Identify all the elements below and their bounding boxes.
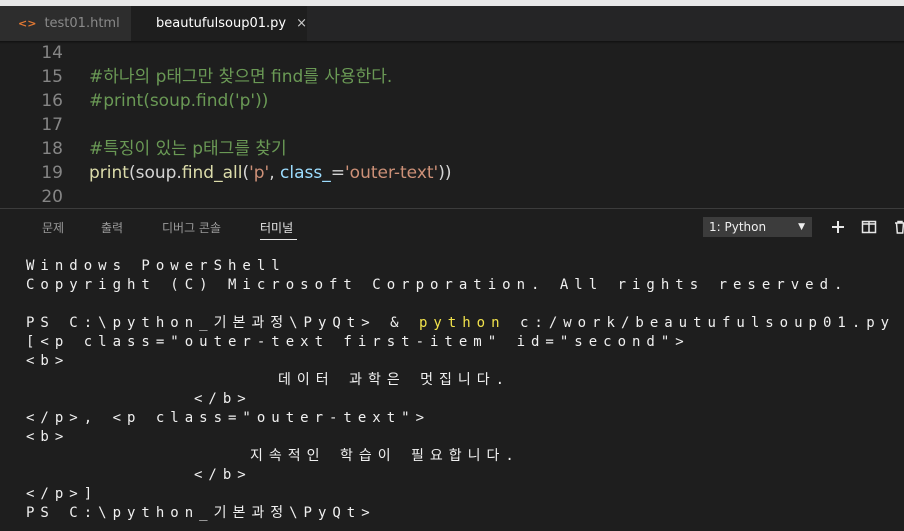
code-comment: #특징이 있는 p태그를 찾기 (89, 139, 287, 159)
terminal-line: Copyright (C) Microsoft Corporation. All… (26, 277, 849, 293)
tab-debug-console[interactable]: 디버그 콘솔 (162, 219, 221, 236)
html-file-icon: <> (18, 17, 37, 30)
token-plain: , (269, 163, 281, 183)
code-line: 15 #하나의 p태그만 찾으면 find를 사용한다. (0, 65, 904, 89)
close-icon[interactable]: × (296, 16, 307, 31)
line-number: 16 (41, 91, 63, 111)
editor-tab-bar: <> test01.html beautufulsoup01.py × (0, 6, 904, 41)
token-function: print (89, 163, 129, 183)
terminal-command: python (418, 315, 506, 331)
code-comment: #print(soup.find('p')) (89, 91, 269, 111)
split-icon[interactable] (861, 219, 877, 235)
tab-test01-html[interactable]: <> test01.html (0, 6, 131, 41)
terminal-line: <b> (26, 429, 70, 445)
code-line: 14 (0, 41, 904, 65)
add-icon[interactable] (830, 219, 846, 235)
tab-label: beautufulsoup01.py (156, 16, 287, 31)
token-plain: (soup. (128, 163, 182, 183)
tab-label: test01.html (44, 16, 120, 31)
token-string: 'outer-text' (345, 163, 439, 183)
terminal-args: c:/work/beautufulsoup01.py (505, 315, 896, 331)
terminal-line: Windows PowerShell (26, 258, 286, 274)
code-line: 17 (0, 113, 904, 137)
code-line: 20 (0, 185, 904, 209)
terminal-line: [<p class="outer-text first-item" id="se… (26, 334, 690, 350)
line-number: 14 (41, 43, 63, 63)
terminal-line: 지속적인 학습이 필요합니다. (250, 448, 520, 464)
terminal-line: </p>, <p class="outer-text"> (26, 410, 431, 426)
code-line: 19 print(soup.find_all('p', class_='oute… (0, 161, 904, 185)
line-number: 19 (41, 163, 63, 183)
terminal-line: </b> (194, 467, 252, 483)
terminal-line: PS C:\python_기본과정\PyQt> & python c:/work… (26, 314, 895, 333)
code-line: 18 #특징이 있는 p태그를 찾기 (0, 137, 904, 161)
tab-problems[interactable]: 문제 (42, 219, 64, 236)
trash-icon[interactable] (892, 219, 904, 235)
terminal-prompt-line[interactable]: PS C:\python_기본과정\PyQt> (26, 504, 376, 523)
token-method: find_all (181, 163, 243, 183)
line-number: 17 (41, 115, 63, 135)
code-editor[interactable]: 14 15 #하나의 p태그만 찾으면 find를 사용한다. 16 #prin… (0, 41, 904, 208)
tab-terminal[interactable]: 터미널 (260, 219, 293, 236)
tab-output[interactable]: 출력 (101, 219, 123, 236)
token-plain: = (330, 163, 345, 183)
terminal-line: <b> (26, 353, 70, 369)
dropdown-arrow-icon: ▼ (798, 222, 805, 232)
code-line: 16 #print(soup.find('p')) (0, 89, 904, 113)
line-number: 15 (41, 67, 63, 87)
tab-beautufulsoup01-py[interactable]: beautufulsoup01.py × (131, 6, 307, 41)
token-parameter: class_ (280, 163, 331, 183)
terminal-prompt: PS C:\python_기본과정\PyQt> & (26, 315, 419, 331)
code-statement: print(soup.find_all('p', class_='outer-t… (89, 161, 452, 185)
terminal-select[interactable]: 1: Python ▼ (703, 217, 812, 237)
token-string: 'p' (249, 163, 270, 183)
editor-shadow (0, 41, 904, 44)
line-number: 18 (41, 139, 63, 159)
terminal-line: </p>] (26, 486, 99, 502)
terminal-select-value: 1: Python (709, 220, 767, 234)
token-plain: )) (438, 163, 452, 183)
bottom-panel: 문제 출력 디버그 콘솔 터미널 1: Python ▼ Windows Pow… (0, 208, 904, 531)
line-number: 20 (41, 187, 63, 207)
code-comment: #하나의 p태그만 찾으면 find를 사용한다. (89, 67, 393, 87)
active-tab-indicator (260, 239, 297, 240)
terminal-line: </b> (194, 391, 252, 407)
terminal-line: 데이터 과학은 멋집니다. (278, 372, 511, 388)
